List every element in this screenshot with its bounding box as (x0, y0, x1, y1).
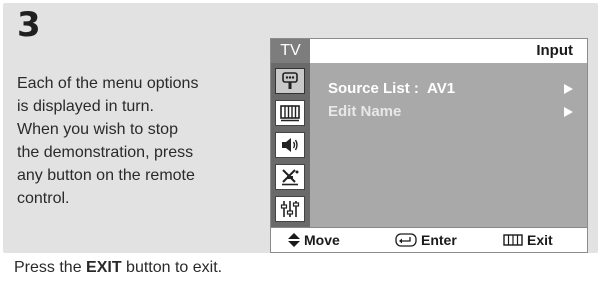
up-down-arrow-icon (288, 233, 300, 247)
footer-suffix: button to exit. (121, 259, 223, 276)
osd-body: Source List : AV1 Edit Name (310, 63, 587, 229)
menu-item-label: Edit Name (328, 103, 402, 120)
enter-icon (395, 233, 417, 247)
menu-item-label: Source List (328, 80, 410, 97)
osd-footer: Move Enter Exit (271, 227, 587, 252)
exit-button-label: EXIT (86, 259, 122, 276)
instruction-line: any button on the remote (17, 167, 195, 184)
exit-hint: Exit (503, 228, 553, 252)
setup-icon[interactable] (275, 196, 305, 222)
tv-osd-menu: TV Input Source List: AV1 Edit Name Mov… (270, 38, 588, 253)
instructions-text: Each of the menu options is displayed in… (17, 72, 257, 210)
menu-item-edit-name[interactable]: Edit Name (328, 101, 573, 123)
enter-hint: Enter (395, 228, 457, 252)
menu-item-separator: : (413, 80, 419, 97)
chevron-right-icon (564, 107, 573, 117)
osd-title: Input (536, 42, 573, 59)
osd-tv-label: TV (271, 39, 310, 63)
instruction-line: When you wish to stop (17, 121, 178, 138)
step-number: 3 (17, 5, 41, 45)
exit-icon (503, 234, 523, 246)
chevron-right-icon (564, 84, 573, 94)
exit-hint-label: Exit (527, 232, 553, 248)
sound-icon[interactable] (275, 132, 305, 158)
menu-item-source-list[interactable]: Source List : AV1 (328, 78, 573, 100)
instruction-line: is displayed in turn. (17, 98, 154, 115)
instruction-line: control. (17, 190, 70, 207)
menu-item-value: AV1 (427, 80, 456, 97)
channel-icon[interactable] (275, 164, 305, 190)
instruction-line: the demonstration, press (17, 144, 194, 161)
move-hint-label: Move (304, 232, 340, 248)
enter-hint-label: Enter (421, 232, 457, 248)
footer-prefix: Press the (14, 259, 87, 276)
osd-header: Input (310, 39, 587, 64)
picture-icon[interactable] (275, 100, 305, 126)
instruction-line: Each of the menu options (17, 75, 199, 92)
input-icon[interactable] (275, 68, 305, 94)
footer-note: Press the EXIT button to exit. (14, 257, 222, 279)
osd-sidebar: TV (271, 39, 310, 229)
move-hint: Move (288, 228, 340, 252)
manual-panel: 3 Each of the menu options is displayed … (3, 3, 598, 253)
